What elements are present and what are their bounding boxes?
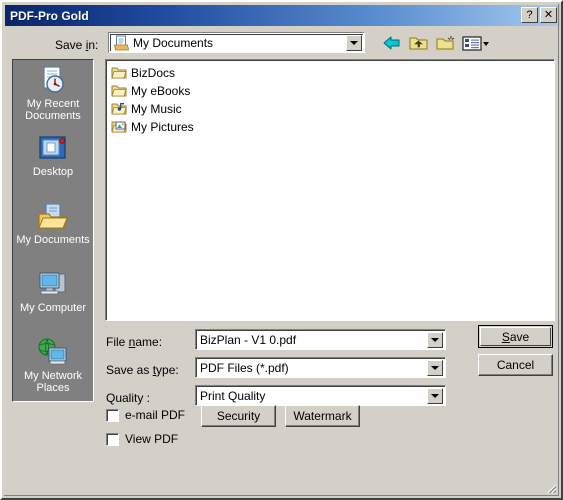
file-list-item[interactable]: My eBooks xyxy=(111,83,554,99)
checkbox-box[interactable] xyxy=(106,432,119,446)
save-dialog: PDF-Pro Gold ? ✕ Save in: My Documents M… xyxy=(0,0,563,500)
file-list-item-label: My eBooks xyxy=(131,84,191,98)
places-item-label: Desktop xyxy=(32,166,74,178)
view-pdf-checkbox[interactable]: View PDF xyxy=(106,432,178,446)
file-list-item[interactable]: My Pictures xyxy=(111,119,554,135)
places-item-my-computer[interactable]: My Computer xyxy=(13,264,93,332)
places-item-label: My Network Places xyxy=(23,370,83,394)
up-one-level-button[interactable] xyxy=(407,33,430,54)
my-computer-icon xyxy=(39,272,66,295)
back-button[interactable] xyxy=(380,33,403,54)
title-bar: PDF-Pro Gold ? ✕ xyxy=(5,5,560,26)
places-item-label: My Computer xyxy=(19,302,87,314)
cancel-button[interactable]: Cancel xyxy=(478,354,553,376)
close-button[interactable]: ✕ xyxy=(540,7,557,23)
file-name-label: File name: xyxy=(106,335,163,349)
pictures-folder-icon xyxy=(111,121,127,133)
help-button[interactable]: ? xyxy=(521,7,538,23)
security-button[interactable]: Security xyxy=(201,405,276,427)
folder-icon xyxy=(111,85,127,97)
resize-grip-icon[interactable] xyxy=(543,480,557,494)
save-in-dropdown-arrow[interactable] xyxy=(346,35,362,51)
quality-combobox[interactable]: Print Quality xyxy=(195,385,446,406)
quality-dropdown-arrow[interactable] xyxy=(427,388,443,404)
places-item-my-recent-documents[interactable]: My Recent Documents xyxy=(13,60,93,128)
places-bar: My Recent Documents Desktop My Documents… xyxy=(12,59,94,402)
desktop-icon xyxy=(39,136,66,159)
file-list-item[interactable]: BizDocs xyxy=(111,65,554,81)
file-list-item[interactable]: My Music xyxy=(111,101,554,117)
my-documents-icon xyxy=(38,203,68,229)
save-in-value: My Documents xyxy=(133,35,214,50)
places-item-my-documents[interactable]: My Documents xyxy=(13,196,93,264)
title-bar-buttons: ? ✕ xyxy=(521,7,557,23)
create-new-folder-icon xyxy=(436,36,454,50)
views-icon xyxy=(462,36,489,51)
save-button[interactable]: Save xyxy=(478,325,553,348)
music-folder-icon xyxy=(111,103,127,115)
up-one-level-icon xyxy=(409,37,427,50)
email-pdf-checkbox[interactable]: e-mail PDF xyxy=(106,408,185,422)
places-item-label: My Recent Documents xyxy=(25,98,81,122)
file-list[interactable]: BizDocs My eBooks My Music My Pictures xyxy=(105,59,555,321)
views-button[interactable] xyxy=(461,33,491,54)
save-in-combobox[interactable]: My Documents xyxy=(108,32,365,53)
file-list-item-label: My Pictures xyxy=(131,120,194,134)
view-pdf-label: View PDF xyxy=(125,432,179,446)
chevron-down-icon xyxy=(350,41,358,45)
chevron-down-icon xyxy=(431,366,439,370)
back-icon xyxy=(383,36,399,50)
create-new-folder-button[interactable] xyxy=(434,33,457,54)
quality-label: Quality : xyxy=(106,391,151,405)
quality-value: Print Quality xyxy=(200,389,266,403)
places-item-desktop[interactable]: Desktop xyxy=(13,128,93,196)
save-as-type-dropdown-arrow[interactable] xyxy=(427,360,443,376)
save-button-label: Save xyxy=(501,329,530,344)
save-as-type-value: PDF Files (*.pdf) xyxy=(200,361,289,375)
save-as-type-label: Save as type: xyxy=(106,363,179,377)
recent-documents-icon xyxy=(43,66,64,93)
places-item-my-network-places[interactable]: My Network Places xyxy=(13,332,93,400)
checkbox-box[interactable] xyxy=(106,408,119,422)
chevron-down-icon xyxy=(431,338,439,342)
watermark-button-label: Watermark xyxy=(293,409,352,423)
folder-icon xyxy=(111,67,127,79)
file-list-item-label: BizDocs xyxy=(131,66,176,80)
save-as-type-combobox[interactable]: PDF Files (*.pdf) xyxy=(195,357,446,378)
security-button-label: Security xyxy=(216,409,261,423)
file-list-item-label: My Music xyxy=(131,102,182,116)
file-name-dropdown-arrow[interactable] xyxy=(427,332,443,348)
file-name-value[interactable]: BizPlan - V1 0.pdf xyxy=(200,333,296,347)
places-item-label: My Documents xyxy=(16,234,90,246)
my-network-places-icon xyxy=(38,338,67,365)
navigation-toolbar xyxy=(380,32,491,54)
file-name-combobox[interactable]: BizPlan - V1 0.pdf xyxy=(195,329,446,350)
window-title: PDF-Pro Gold xyxy=(10,8,89,23)
email-pdf-label: e-mail PDF xyxy=(125,408,186,422)
cancel-button-label: Cancel xyxy=(496,358,535,372)
save-in-label: Save in: xyxy=(55,38,99,52)
my-documents-folder-icon xyxy=(114,35,129,51)
watermark-button[interactable]: Watermark xyxy=(285,405,360,427)
chevron-down-icon xyxy=(431,394,439,398)
